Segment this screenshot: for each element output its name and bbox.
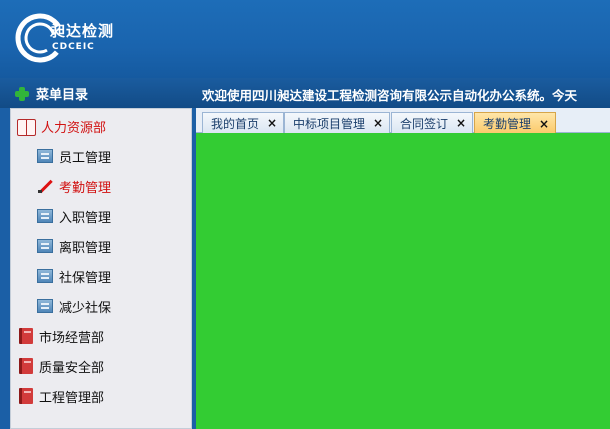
close-icon[interactable]: × [456,116,466,130]
book-icon [19,388,33,404]
sidebar-item-label: 社保管理 [59,270,112,286]
close-icon[interactable]: × [539,117,549,131]
close-icon[interactable]: × [267,116,277,130]
logo-name: 昶达检测 [50,22,115,40]
sidebar-item-attendance-mgmt[interactable]: 考勤管理 [37,173,217,199]
sidebar-item-social-security-mgmt[interactable]: 社保管理 [37,263,217,289]
sidebar-item-quality-safety-dept[interactable]: 质量安全部 [19,353,199,379]
logo-abbrev: CDCEIC [52,42,95,52]
document-icon [37,269,53,283]
open-book-icon [17,118,36,136]
tab-label: 考勤管理 [483,117,532,131]
app-header: 昶达检测 CDCEIC [0,0,610,78]
sidebar-item-onboarding-mgmt[interactable]: 入职管理 [37,203,217,229]
menu-title-label: 菜单目录 [36,88,89,103]
close-icon[interactable]: × [373,116,383,130]
sidebar-item-marketing-dept[interactable]: 市场经营部 [19,323,199,349]
sidebar-item-label: 入职管理 [59,210,112,226]
document-icon [37,299,53,313]
book-icon [19,328,33,344]
pencil-icon [37,178,53,194]
tab-label: 合同签订 [400,116,449,131]
sidebar-item-label: 离职管理 [59,240,112,256]
tab-content-panel [196,133,610,429]
tab-contract-signing[interactable]: 合同签订 × [391,112,474,133]
sidebar-item-label: 市场经营部 [39,330,105,346]
sidebar-item-label: 质量安全部 [39,360,105,376]
welcome-marquee: 欢迎使用四川昶达建设工程检测咨询有限公示自动化办公系统。今天 [202,88,578,103]
tab-label: 我的首页 [211,116,260,131]
sidebar-item-label: 工程管理部 [39,390,105,406]
sidebar-item-label: 考勤管理 [59,180,112,196]
book-icon [19,358,33,374]
menu-title: 菜单目录 [14,84,88,103]
plus-icon [14,86,30,102]
tab-home[interactable]: 我的首页 × [202,112,285,133]
tab-attendance[interactable]: 考勤管理 × [474,112,557,134]
document-icon [37,209,53,223]
sidebar-item-reduce-social-security[interactable]: 减少社保 [37,293,217,319]
tab-bar: 我的首页 × 中标项目管理 × 合同签订 × 考勤管理 × [196,108,610,134]
sidebar-item-employee-mgmt[interactable]: 员工管理 [37,143,217,169]
tab-bid-projects[interactable]: 中标项目管理 × [284,112,391,133]
document-icon [37,239,53,253]
sidebar-item-hr-dept[interactable]: 人力资源部 [17,113,197,139]
document-icon [37,149,53,163]
sidebar-item-engineering-dept[interactable]: 工程管理部 [19,383,199,409]
tab-label: 中标项目管理 [293,116,366,131]
sidebar: 人力资源部 员工管理 考勤管理 入职管理 离职管理 社保管理 减少社保 市场经营… [10,108,192,429]
sidebar-item-label: 员工管理 [59,150,112,166]
sidebar-item-label: 减少社保 [59,300,112,316]
menu-bar: 菜单目录 欢迎使用四川昶达建设工程检测咨询有限公示自动化办公系统。今天 [0,78,610,108]
sidebar-item-label: 人力资源部 [41,120,107,136]
sidebar-item-resignation-mgmt[interactable]: 离职管理 [37,233,217,259]
